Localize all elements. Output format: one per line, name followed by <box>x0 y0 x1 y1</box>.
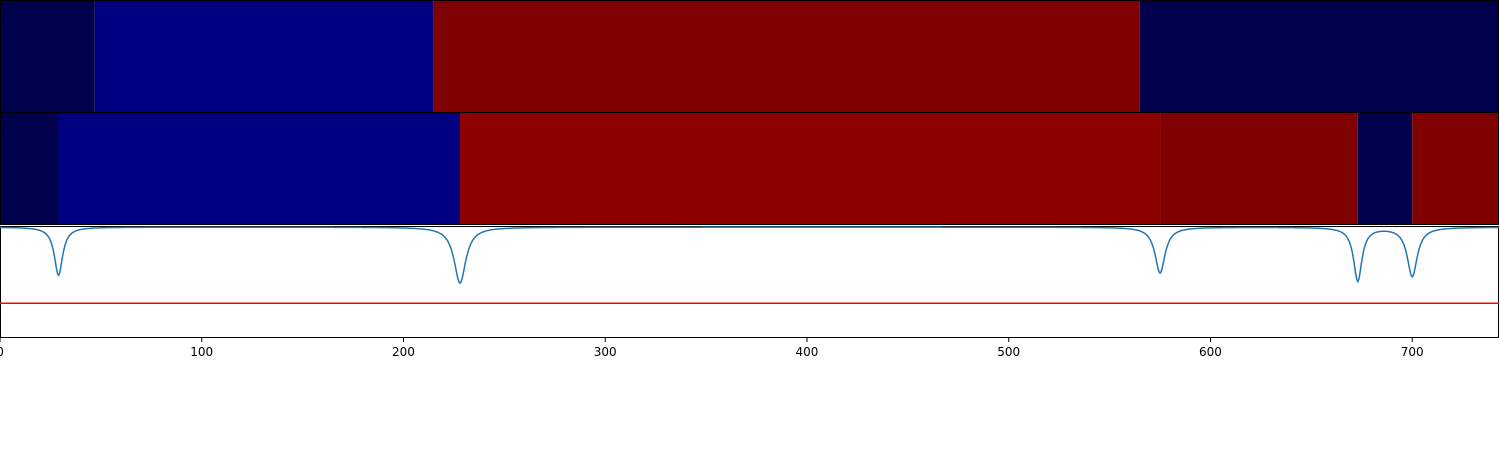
segment-row-2-cell-6 <box>1412 112 1499 225</box>
x-tick-label-500: 500 <box>997 345 1020 359</box>
segment-row-2-cell-3 <box>459 112 1161 225</box>
segment-row-1 <box>0 0 1499 113</box>
chart-root: 0 100 200 300 400 500 600 700 <box>0 0 1500 450</box>
x-tick-label-0: 0 <box>0 345 4 359</box>
segment-rows <box>0 0 1499 225</box>
chart-svg: 0 100 200 300 400 500 600 700 <box>0 0 1499 359</box>
x-tick-label-600: 600 <box>1199 345 1222 359</box>
segment-row-1-cell-1 <box>0 0 95 113</box>
x-axis: 0 100 200 300 400 500 600 700 <box>0 338 1424 359</box>
segment-row-1-cell-3 <box>433 0 1140 113</box>
x-tick-label-400: 400 <box>796 345 819 359</box>
signal-frame <box>0 226 1499 338</box>
signal-panel <box>0 226 1499 338</box>
segment-row-2-cell-5 <box>1357 112 1413 225</box>
x-tick-label-700: 700 <box>1401 345 1424 359</box>
segment-row-2-cell-4 <box>1160 112 1358 225</box>
x-tick-label-300: 300 <box>594 345 617 359</box>
segment-row-1-cell-4 <box>1139 0 1499 113</box>
segment-row-2-cell-2 <box>58 112 460 225</box>
x-tick-label-200: 200 <box>392 345 415 359</box>
segment-row-2 <box>0 112 1499 225</box>
segment-row-1-cell-2 <box>94 0 434 113</box>
segment-row-2-cell-1 <box>0 112 59 225</box>
x-tick-label-100: 100 <box>190 345 213 359</box>
